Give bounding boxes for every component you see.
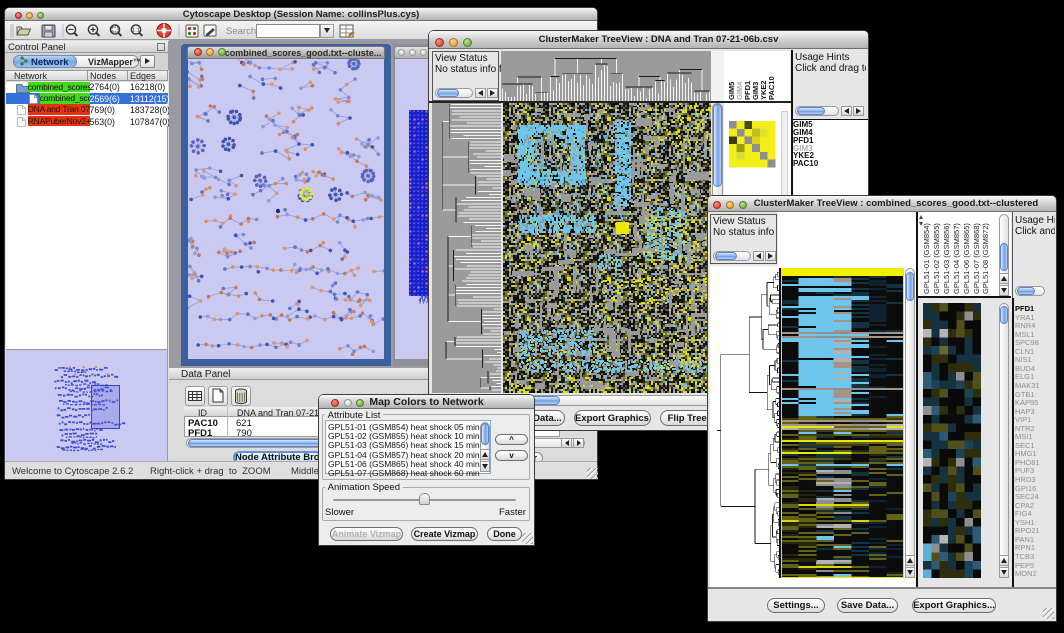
svg-text:1:1: 1:1 [132,28,140,34]
